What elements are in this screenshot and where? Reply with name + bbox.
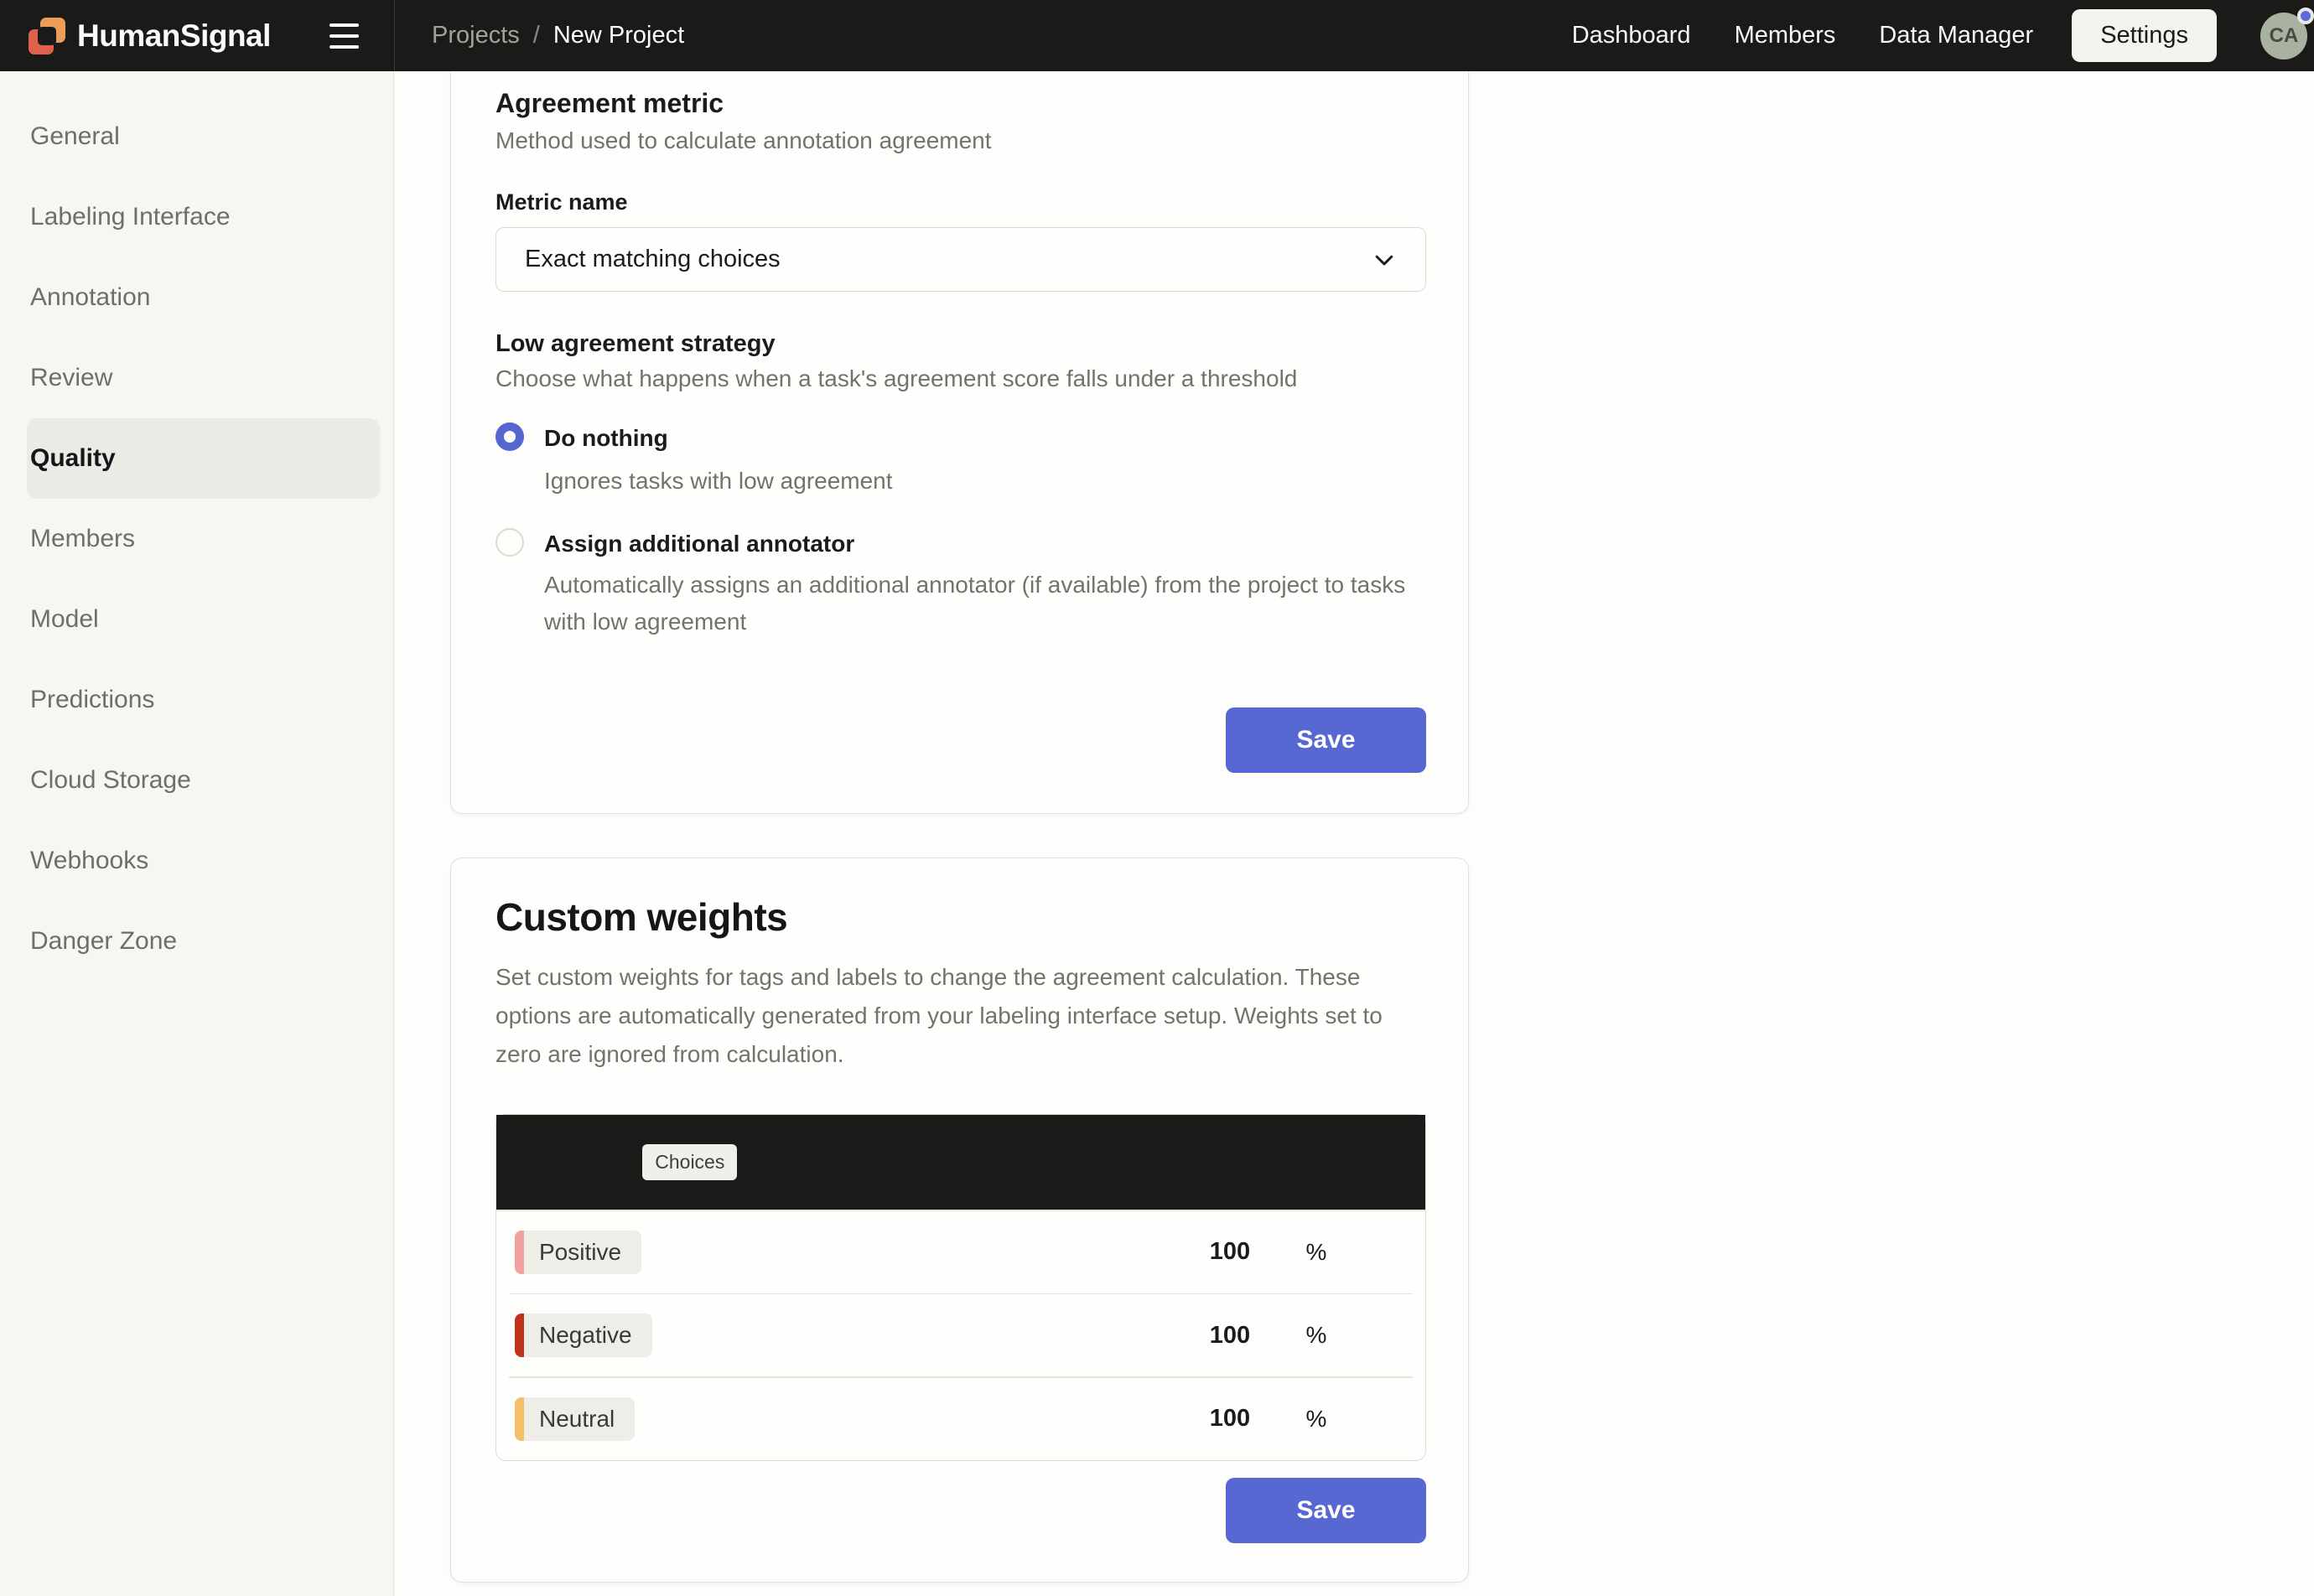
- header-nav: Dashboard Members Data Manager Settings …: [1572, 9, 2314, 62]
- neutral-weight-unit: %: [1276, 1406, 1357, 1433]
- agreement-save-row: Save: [495, 707, 1426, 773]
- custom-weights-card: Custom weights Set custom weights for ta…: [450, 858, 1469, 1583]
- humansignal-logo-icon: [27, 16, 67, 56]
- group-type-chip: Choices: [642, 1144, 737, 1180]
- sidebar-item-model[interactable]: Model: [0, 579, 380, 660]
- positive-weight-value[interactable]: 100: [1184, 1238, 1276, 1266]
- nav-members[interactable]: Members: [1735, 22, 1836, 49]
- strategy-title: Low agreement strategy: [495, 330, 1426, 358]
- neutral-color-bar: [515, 1397, 524, 1441]
- sidebar-item-labeling-interface[interactable]: Labeling Interface: [0, 177, 380, 257]
- sidebar-item-review[interactable]: Review: [0, 338, 380, 418]
- radio-option-do-nothing[interactable]: Do nothing: [495, 424, 1426, 453]
- weights-save-button[interactable]: Save: [1226, 1478, 1426, 1543]
- label-name: Neutral: [524, 1397, 635, 1441]
- weights-table: sentiment Choices 100 %: [495, 1114, 1426, 1461]
- chevron-down-icon: [1372, 247, 1397, 272]
- radio-do-nothing-label: Do nothing: [544, 424, 668, 453]
- collapse-chevron-icon[interactable]: [1378, 1150, 1403, 1175]
- notification-dot: [2297, 8, 2314, 24]
- sidebar-item-members[interactable]: Members: [0, 499, 380, 579]
- settings-sidebar: General Labeling Interface Annotation Re…: [0, 71, 394, 1596]
- agreement-metric-card: Agreement metric Method used to calculat…: [450, 71, 1469, 814]
- weight-row-negative: Negative 100 %: [496, 1294, 1425, 1376]
- top-header: HumanSignal Projects / New Project Dashb…: [0, 0, 2314, 71]
- sidebar-item-danger-zone[interactable]: Danger Zone: [0, 901, 380, 982]
- radio-selected-icon[interactable]: [495, 422, 524, 451]
- brand-name: HumanSignal: [77, 18, 271, 54]
- metric-name-label: Metric name: [495, 189, 1426, 215]
- breadcrumb-separator: /: [533, 22, 540, 49]
- group-weight-value[interactable]: 100: [1184, 1148, 1276, 1176]
- label-name: Negative: [524, 1314, 652, 1357]
- main-content: Agreement metric Method used to calculat…: [394, 71, 2314, 1596]
- label-chip-positive: Positive: [515, 1231, 641, 1274]
- sidebar-item-predictions[interactable]: Predictions: [0, 660, 380, 740]
- agreement-metric-title: Agreement metric: [495, 88, 1426, 119]
- brand-logo[interactable]: HumanSignal: [27, 16, 271, 56]
- label-name: Positive: [524, 1231, 641, 1274]
- custom-weights-description: Set custom weights for tags and labels t…: [495, 958, 1393, 1074]
- weights-group-row-sentiment[interactable]: sentiment Choices 100 %: [496, 1115, 1425, 1210]
- group-weight-unit: %: [1276, 1149, 1357, 1176]
- positive-color-bar: [515, 1231, 524, 1274]
- sidebar-item-quality[interactable]: Quality: [27, 418, 380, 499]
- agreement-save-button[interactable]: Save: [1226, 707, 1426, 773]
- radio-assign-annotator-label: Assign additional annotator: [544, 530, 854, 558]
- agreement-metric-subtitle: Method used to calculate annotation agre…: [495, 127, 1426, 154]
- negative-color-bar: [515, 1314, 524, 1357]
- metric-name-select[interactable]: Exact matching choices: [495, 227, 1426, 292]
- sidebar-item-webhooks[interactable]: Webhooks: [0, 821, 380, 901]
- menu-hamburger-icon[interactable]: [328, 18, 361, 54]
- positive-weight-unit: %: [1276, 1239, 1357, 1266]
- breadcrumb-current-project: New Project: [553, 22, 684, 49]
- page-shell: General Labeling Interface Annotation Re…: [0, 71, 2314, 1596]
- nav-settings-active[interactable]: Settings: [2072, 9, 2217, 62]
- sidebar-item-cloud-storage[interactable]: Cloud Storage: [0, 740, 380, 821]
- header-left: HumanSignal: [0, 0, 395, 71]
- group-name: sentiment: [515, 1149, 625, 1176]
- negative-weight-unit: %: [1276, 1322, 1357, 1349]
- breadcrumb: Projects / New Project: [432, 22, 684, 49]
- breadcrumb-projects-link[interactable]: Projects: [432, 22, 520, 49]
- sidebar-item-annotation[interactable]: Annotation: [0, 257, 380, 338]
- strategy-subtitle: Choose what happens when a task's agreem…: [495, 365, 1426, 392]
- label-chip-negative: Negative: [515, 1314, 652, 1357]
- weight-row-positive: Positive 100 %: [496, 1211, 1425, 1293]
- weights-save-row: Save: [495, 1478, 1426, 1543]
- radio-assign-annotator-description: Automatically assigns an additional anno…: [544, 567, 1416, 640]
- sidebar-item-general[interactable]: General: [0, 96, 380, 177]
- negative-weight-value[interactable]: 100: [1184, 1322, 1276, 1350]
- nav-dashboard[interactable]: Dashboard: [1572, 22, 1691, 49]
- custom-weights-title: Custom weights: [495, 894, 1426, 940]
- neutral-weight-value[interactable]: 100: [1184, 1405, 1276, 1433]
- label-chip-neutral: Neutral: [515, 1397, 635, 1441]
- radio-unselected-icon[interactable]: [495, 528, 524, 557]
- radio-do-nothing-description: Ignores tasks with low agreement: [544, 463, 1416, 500]
- nav-data-manager[interactable]: Data Manager: [1879, 22, 2033, 49]
- metric-name-value: Exact matching choices: [525, 246, 781, 273]
- weight-row-neutral: Neutral 100 %: [496, 1378, 1425, 1460]
- user-avatar[interactable]: CA: [2260, 13, 2307, 60]
- radio-option-assign-annotator[interactable]: Assign additional annotator: [495, 530, 1426, 558]
